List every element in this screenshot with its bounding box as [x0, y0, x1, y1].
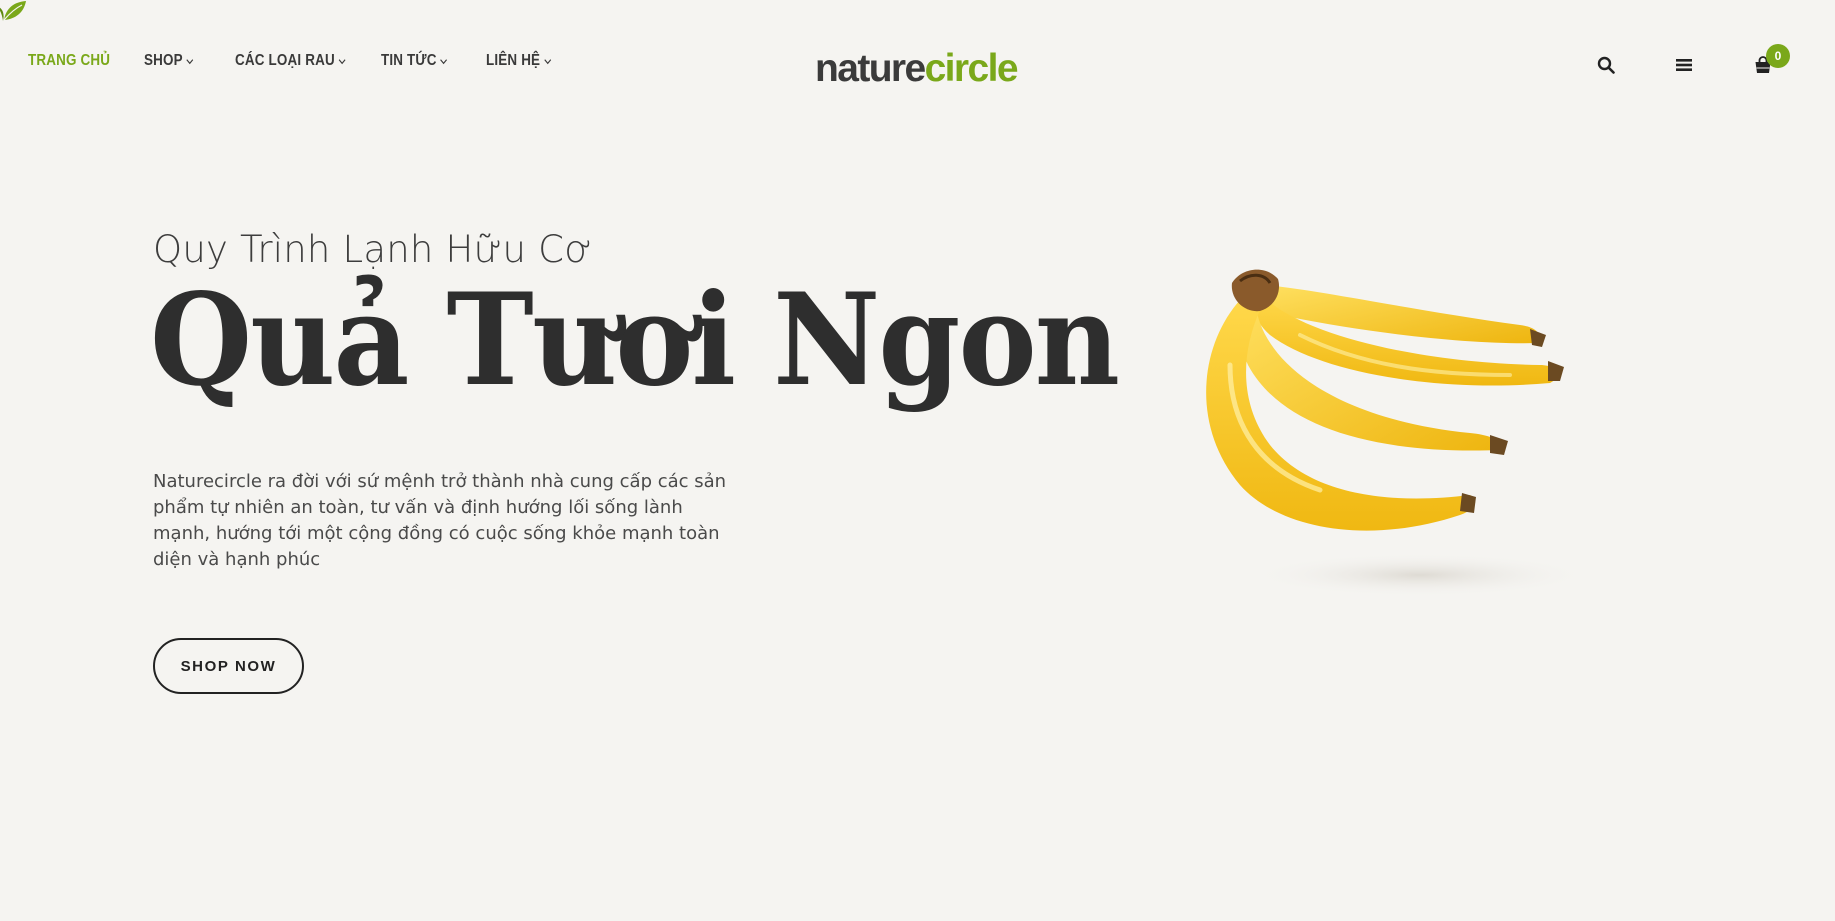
chevron-down-icon: [338, 57, 346, 66]
nav-item-home[interactable]: TRANG CHỦ: [28, 52, 110, 70]
shop-now-button[interactable]: SHOP NOW: [153, 638, 304, 694]
nav-item-vegetables[interactable]: CÁC LOẠI RAU: [235, 52, 346, 70]
logo-text-accent: circle: [924, 47, 1019, 90]
chevron-down-icon: [186, 57, 194, 66]
banana-bunch-image: [1206, 269, 1590, 597]
chevron-down-icon: [543, 57, 552, 66]
hero-headline: Quả Tươi Ngon: [150, 266, 1120, 414]
nav-item-label: TRANG CHỦ: [28, 52, 111, 69]
nav-item-contact[interactable]: LIÊN HỆ: [486, 52, 551, 70]
menu-icon[interactable]: [1673, 54, 1695, 76]
hero-description: Naturecircle ra đời với sứ mệnh trở thàn…: [153, 471, 727, 570]
site-logo[interactable]: nature circle: [815, 44, 1019, 90]
nav-item-label: SHOP: [144, 52, 183, 69]
logo-text-primary: nature: [815, 47, 926, 90]
cart-count-badge: 0: [1766, 44, 1790, 68]
leaf-icon: [0, 1, 26, 21]
nav-item-label: TIN TỨC: [381, 52, 437, 69]
page: TRANG CHỦ SHOP CÁC LOẠI RAU TIN TỨC LIÊN…: [0, 0, 1835, 921]
nav-item-label: LIÊN HỆ: [486, 52, 541, 69]
search-icon[interactable]: [1595, 54, 1617, 76]
hero-subtitle: Quy Trình Lạnh Hữu Cơ: [153, 228, 593, 271]
chevron-down-icon: [440, 57, 448, 66]
nav-item-shop[interactable]: SHOP: [144, 52, 194, 70]
main-nav: TRANG CHỦ SHOP CÁC LOẠI RAU TIN TỨC LIÊN…: [28, 52, 588, 76]
nav-item-label: CÁC LOẠI RAU: [235, 52, 335, 69]
nav-item-news[interactable]: TIN TỨC: [381, 52, 448, 70]
